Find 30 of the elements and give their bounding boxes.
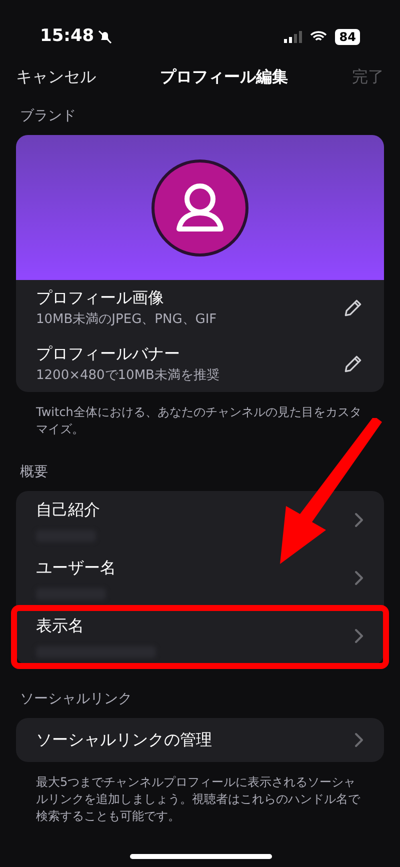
pencil-icon[interactable] — [342, 297, 364, 319]
row-subtitle: 1200×480で10MB未満を推奨 — [36, 367, 220, 386]
settings-row[interactable]: ソーシャルリンクの管理 — [16, 718, 384, 762]
row-subtitle: 10MB未満のJPEG、PNG、GIF — [36, 311, 217, 330]
bell-slash-icon — [98, 30, 112, 44]
settings-row[interactable]: 自己紹介 — [16, 491, 384, 549]
row-title: プロフィールバナー — [36, 343, 181, 366]
chevron-right-icon — [354, 732, 364, 748]
signal-icon — [284, 31, 302, 43]
row-title: 自己紹介 — [36, 499, 100, 521]
section-heading: ブランド — [20, 107, 77, 126]
row-title: 表示名 — [36, 615, 85, 637]
page-title: プロフィール編集 — [160, 66, 288, 88]
section-note: 最大5つまでチャンネルプロフィールに表示されるソーシャルリンクを追加しましょう。視聴者はこれらのハンドル名で検索することも可能です。 — [35, 774, 362, 825]
settings-row[interactable]: 表示名 — [16, 607, 384, 665]
row-title: プロフィール画像 — [36, 287, 165, 310]
avatar-icon[interactable] — [151, 158, 249, 256]
battery-indicator: 84 — [335, 29, 360, 45]
row-title: ユーザー名 — [36, 557, 116, 579]
cancel-button[interactable]: キャンセル — [16, 65, 96, 89]
chevron-right-icon — [354, 570, 364, 586]
pencil-icon[interactable] — [342, 353, 364, 375]
section-note: Twitch全体における、あなたのチャンネルの見た目をカスタマイズ。 — [35, 404, 362, 438]
chevron-right-icon — [354, 512, 364, 528]
chevron-right-icon — [354, 628, 364, 644]
wifi-icon — [310, 31, 328, 43]
settings-row[interactable]: ユーザー名 — [16, 549, 384, 607]
section-heading: ソーシャルリンク — [20, 690, 133, 709]
section-heading: 概要 — [20, 463, 49, 482]
status-time: 15:48 — [40, 25, 94, 48]
